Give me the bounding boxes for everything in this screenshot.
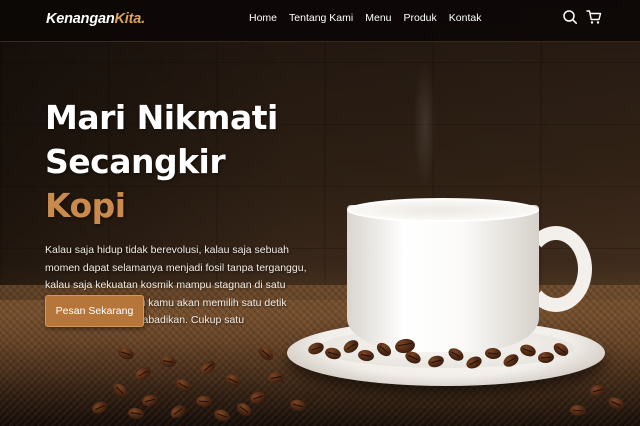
brand-name-dot: . (141, 11, 145, 27)
navbar: KenanganKita. Home Tentang Kami Menu Pro… (0, 0, 640, 42)
order-now-button[interactable]: Pesan Sekarang (45, 295, 144, 327)
nav-link-home[interactable]: Home (249, 12, 277, 24)
hero-title-accent: Kopi (45, 186, 126, 225)
search-icon[interactable] (562, 9, 578, 25)
nav-icons (562, 9, 602, 25)
nav-link-kontak[interactable]: Kontak (449, 12, 482, 24)
nav-link-tentang-kami[interactable]: Tentang Kami (289, 12, 353, 24)
nav-link-produk[interactable]: Produk (404, 12, 437, 24)
coffee-cup (347, 205, 539, 352)
hero-title: Mari Nikmati Secangkir Kopi (45, 96, 315, 228)
shopping-cart-icon[interactable] (586, 9, 602, 25)
steam (405, 40, 445, 210)
brand-logo[interactable]: KenanganKita. (46, 11, 145, 27)
hero-title-line2: Secangkir (45, 142, 226, 181)
nav-links: Home Tentang Kami Menu Produk Kontak (249, 12, 481, 24)
brand-name-accent: Kita (114, 11, 142, 27)
brand-name-main: Kenangan (46, 11, 115, 27)
hero-title-line1: Mari Nikmati (45, 98, 278, 137)
nav-link-menu[interactable]: Menu (365, 12, 391, 24)
cup-rim (347, 198, 539, 222)
